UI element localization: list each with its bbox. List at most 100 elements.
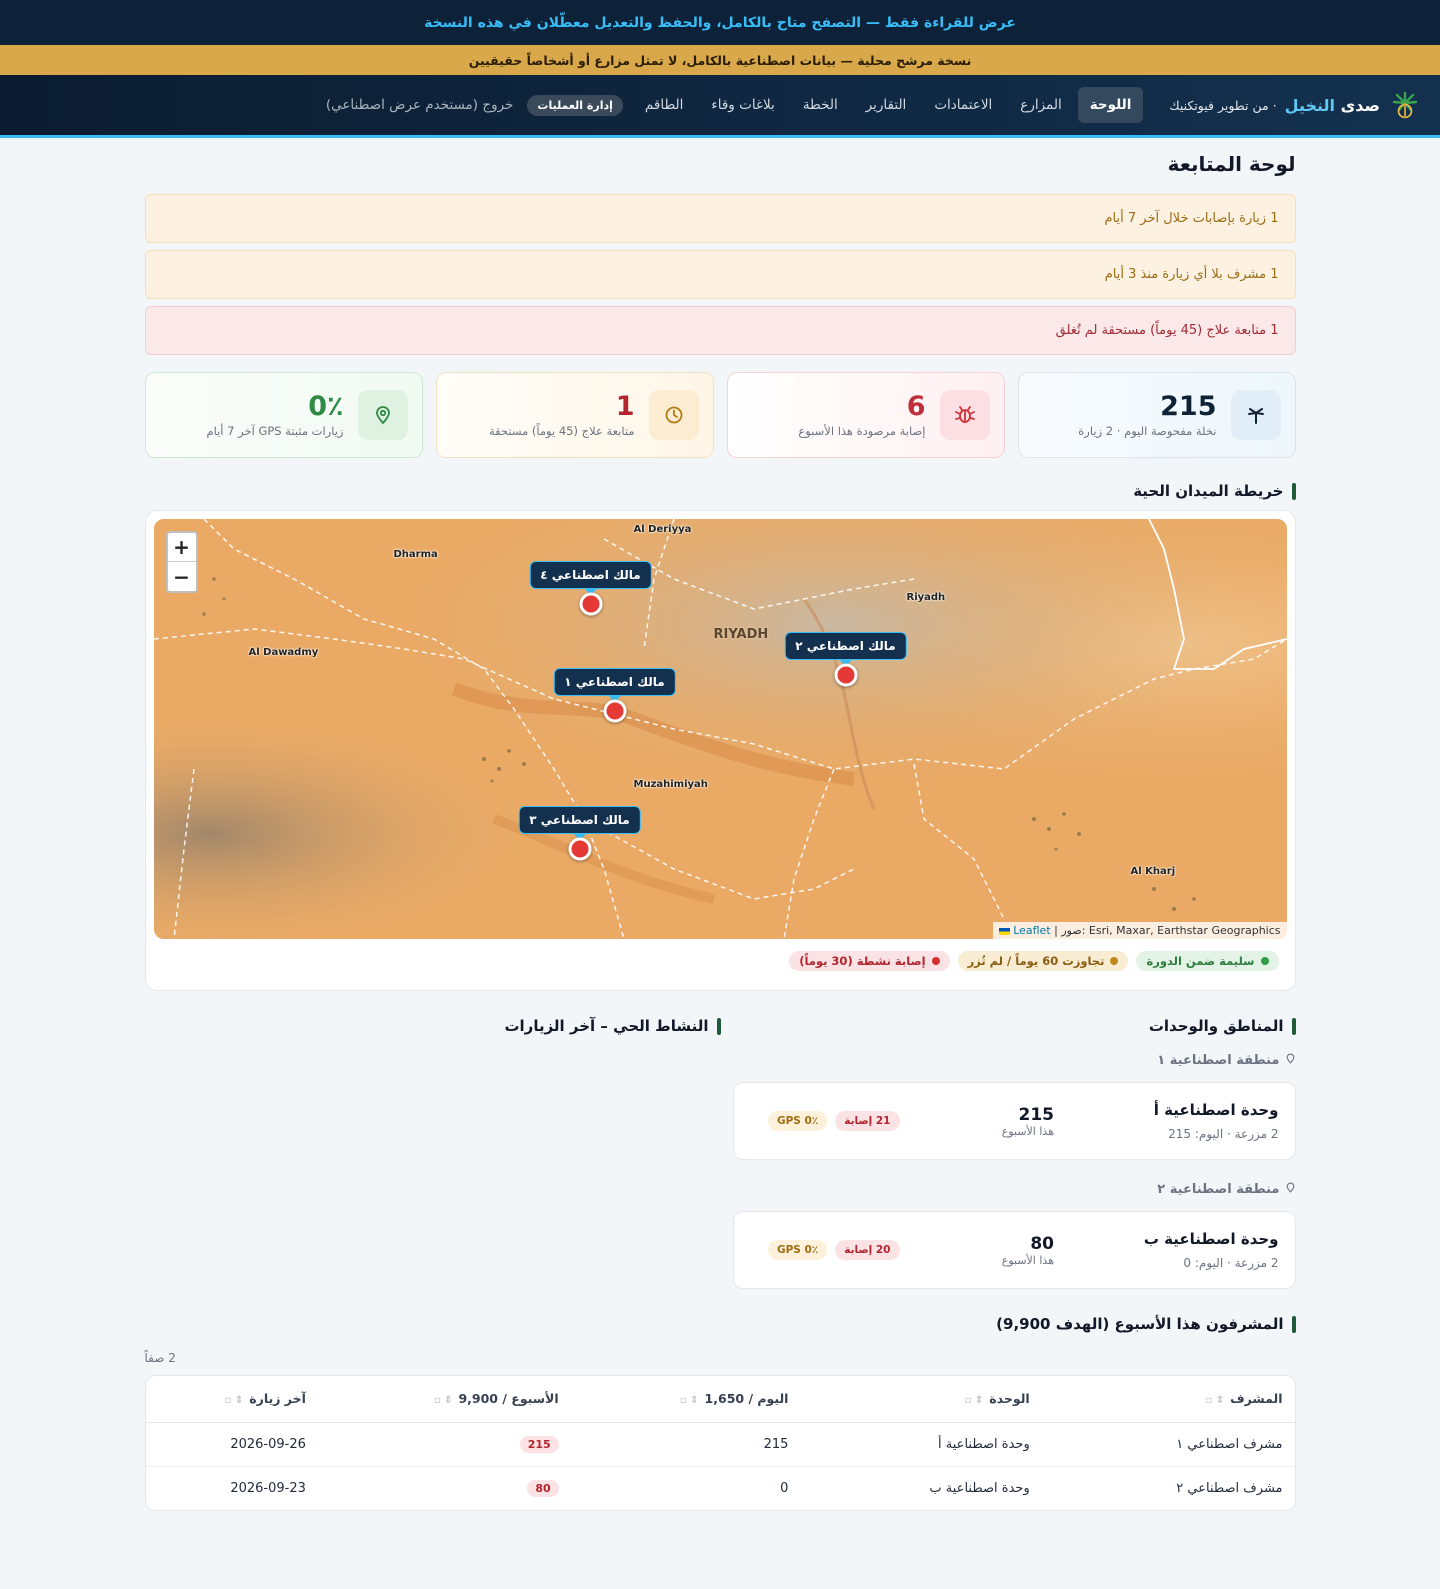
farm-marker[interactable] [834, 663, 857, 687]
place-label: Al Kharj [1130, 866, 1176, 877]
sort-icon[interactable]: ⇕ ▫ [680, 1395, 699, 1406]
cell-supervisor: مشرف اصطناعي ١ [1041, 1422, 1295, 1467]
map-card: Al Deriyya Dharma Riyadh RIYADH Al Dawad… [144, 510, 1296, 991]
infection-badge: 20 إصابة [835, 1240, 900, 1260]
activity-column: النشاط الحي – آخر الزيارات [145, 1017, 721, 1289]
column-header-text: آخر زيارة [249, 1391, 306, 1407]
marker-label[interactable]: مالك اصطناعي ١ [553, 668, 676, 696]
regions-section-title: المناطق والوحدات [733, 1017, 1296, 1035]
map-attribution: Leaflet | صور: Esri, Maxar, Earthstar Ge… [992, 922, 1287, 939]
leaflet-link[interactable]: Leaflet [1013, 924, 1050, 937]
nav-farms[interactable]: المزارع [1008, 87, 1073, 123]
region-header: منطقة اصطناعية ٢ [733, 1182, 1296, 1197]
cell-week: 215 [317, 1422, 571, 1467]
unit-week-label: هذا الأسبوع [1001, 1253, 1054, 1267]
marker-label[interactable]: مالك اصطناعي ٤ [529, 561, 652, 589]
sort-icon[interactable]: ⇕ ▫ [225, 1395, 244, 1406]
regions-activity-row: المناطق والوحدات منطقة اصطناعية ١ وحدة ا… [145, 1017, 1296, 1289]
map-zoom-control: + − [165, 531, 198, 593]
stat-infections-week: 6 إصابة مرصودة هذا الأسبوع [726, 372, 1005, 458]
readonly-banner-text: عرض للقراءة فقط — التصفح متاح بالكامل، و… [424, 14, 1016, 31]
column-header-text: اليوم / 1,650 [704, 1391, 789, 1407]
stat-value: 215 [1160, 391, 1217, 422]
brand-name: صدى النخيل [1285, 96, 1380, 115]
column-header-text: المشرف [1230, 1391, 1283, 1407]
column-header-today[interactable]: اليوم / 1,650 ⇕ ▫ [570, 1376, 801, 1423]
supervisors-table-card: المشرف ⇕ ▫ الوحدة ⇕ ▫ اليوم / 1,650 ⇕ ▫ الأ… [144, 1375, 1296, 1511]
stat-gps-visits: 0٪ زيارات مثبتة GPS آخر 7 أيام [144, 372, 423, 458]
nav-staff[interactable]: الطاقم [633, 87, 696, 123]
alert-idle-supervisor: 1 مشرف بلا أي زيارة منذ 3 أيام [144, 250, 1296, 299]
farm-marker[interactable] [579, 592, 602, 616]
map-legend: سليمة ضمن الدورة تجاوزت 60 يوماً / لم تُ… [154, 951, 1279, 971]
unit-title: وحدة اصطناعية أ [1153, 1101, 1279, 1119]
supervisors-section-title: المشرفون هذا الأسبوع (الهدف 9,900) [996, 1315, 1295, 1333]
nav-dashboard[interactable]: اللوحة [1077, 87, 1144, 123]
column-header-week[interactable]: الأسبوع / 9,900 ⇕ ▫ [317, 1376, 571, 1423]
logout-link[interactable]: خروج (مستخدم عرض اصطناعي) [326, 97, 514, 113]
brand-name-b: النخيل [1284, 95, 1336, 115]
unit-card[interactable]: وحدة اصطناعية أ 2 مزرعة · اليوم: 215 215… [732, 1082, 1296, 1160]
place-label: Al Deriyya [633, 524, 692, 535]
column-header-supervisor[interactable]: المشرف ⇕ ▫ [1041, 1376, 1295, 1423]
legend-healthy: سليمة ضمن الدورة [1136, 951, 1279, 971]
nav-reports[interactable]: التقارير [854, 87, 919, 123]
stat-value: 6 [906, 391, 926, 422]
farm-marker[interactable] [603, 699, 626, 723]
marker-label[interactable]: مالك اصطناعي ٢ [784, 632, 907, 660]
nav-approvals[interactable]: الاعتمادات [922, 87, 1004, 123]
main-content: لوحة المتابعة 1 زيارة بإصابات خلال آخر 7… [144, 138, 1296, 1511]
alert-text: 1 زيارة بإصابات خلال آخر 7 أيام [1104, 211, 1279, 226]
page-title: لوحة المتابعة [1167, 152, 1296, 176]
place-label: Muzahimiyah [633, 779, 708, 790]
place-label: Al Dawadmy [248, 647, 319, 658]
zoom-out-button[interactable]: − [168, 562, 196, 591]
cell-last-visit: 2026-09-23 [230, 1480, 306, 1496]
stat-label: نخلة مفحوصة اليوم · 2 زيارة [1078, 424, 1217, 438]
unit-card[interactable]: وحدة اصطناعية ب 2 مزرعة · اليوم: 0 80 هذ… [732, 1211, 1296, 1289]
satellite-map-background [153, 519, 1287, 939]
unit-title: وحدة اصطناعية ب [1143, 1230, 1279, 1248]
green-dot-icon [1260, 957, 1269, 965]
nav-wiqaa-reports[interactable]: بلاغات وقاء [699, 87, 786, 123]
activity-section-title: النشاط الحي – آخر الزيارات [145, 1017, 721, 1035]
column-header-last-visit[interactable]: آخر زيارة ⇕ ▫ [145, 1376, 318, 1423]
infection-badge: 21 إصابة [835, 1111, 900, 1131]
map-pin-icon [1285, 1182, 1296, 1197]
farm-marker[interactable] [568, 837, 591, 861]
brand[interactable]: صدى النخيل · من تطوير فيوتكنيك [1169, 88, 1422, 122]
cell-week: 80 [318, 1466, 571, 1510]
cell-last-visit: 2026-09-26 [145, 1422, 318, 1467]
stat-value: 0٪ [308, 391, 344, 422]
table-row[interactable]: مشرف اصطناعي ١ وحدة اصطناعية أ 215 215 2… [145, 1422, 1295, 1467]
region-name: منطقة اصطناعية ١ [1157, 1053, 1280, 1068]
cell-today: 0 [780, 1480, 789, 1496]
sort-icon[interactable]: ⇕ ▫ [1205, 1395, 1224, 1406]
sort-icon[interactable]: ⇕ ▫ [965, 1395, 984, 1406]
week-count-badge: 80 [527, 1479, 559, 1497]
brand-subtitle: · من تطوير فيوتكنيك [1169, 97, 1277, 113]
table-header-row: المشرف ⇕ ▫ الوحدة ⇕ ▫ اليوم / 1,650 ⇕ ▫ الأ… [145, 1376, 1295, 1423]
place-label: Dharma [393, 549, 438, 560]
nav-links: اللوحة المزارع الاعتمادات التقارير الخطة… [18, 87, 1144, 123]
unit-subtitle: 2 مزرعة · اليوم: 215 [1168, 1127, 1279, 1141]
stat-label: متابعة علاج (45 يوماً) مستحقة [488, 424, 635, 438]
zoom-in-button[interactable]: + [167, 533, 196, 562]
attribution-text: | صور: Esri, Maxar, Earthstar Geographic… [1054, 924, 1281, 937]
column-header-unit[interactable]: الوحدة ⇕ ▫ [800, 1376, 1042, 1423]
ukraine-flag-icon [998, 927, 1010, 935]
regions-column: المناطق والوحدات منطقة اصطناعية ١ وحدة ا… [732, 1017, 1296, 1289]
region-header: منطقة اصطناعية ١ [733, 1053, 1296, 1068]
alert-infected-visits: 1 زيارة بإصابات خلال آخر 7 أيام [144, 194, 1296, 243]
activity-section-title-text: النشاط الحي – آخر الزيارات [504, 1017, 709, 1035]
sort-icon[interactable]: ⇕ ▫ [434, 1395, 453, 1406]
marker-label[interactable]: مالك اصطناعي ٣ [518, 806, 641, 834]
nav-plan[interactable]: الخطة [791, 87, 850, 123]
field-map[interactable]: Al Deriyya Dharma Riyadh RIYADH Al Dawad… [153, 519, 1287, 939]
supervisors-header: المشرفون هذا الأسبوع (الهدف 9,900) [145, 1315, 1296, 1333]
cell-unit: وحدة اصطناعية أ [800, 1422, 1042, 1467]
column-header-text: الوحدة [989, 1391, 1030, 1407]
table-row[interactable]: مشرف اصطناعي ٢ وحدة اصطناعية ب 0 80 2026… [146, 1466, 1295, 1510]
place-label: Riyadh [906, 592, 946, 603]
map-section-title-text: خريطة الميدان الحية [1133, 482, 1284, 500]
